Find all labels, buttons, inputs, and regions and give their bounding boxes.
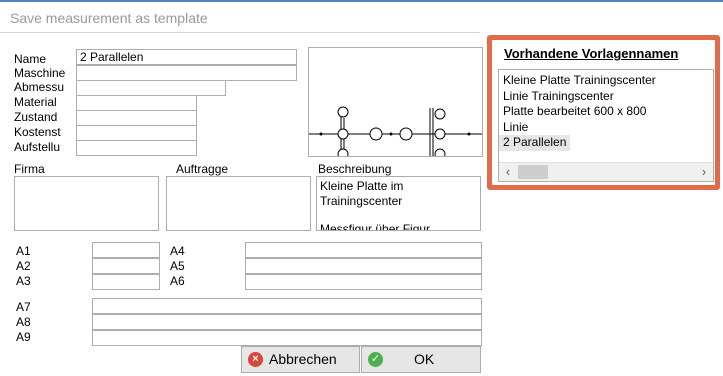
- auftragge-label: Auftragge: [176, 162, 229, 176]
- a5-field[interactable]: [245, 258, 482, 274]
- cancel-icon: ×: [248, 352, 263, 367]
- a9-field[interactable]: [92, 330, 482, 346]
- beschreibung-field[interactable]: Kleine Platte im Trainingscenter Messfig…: [316, 176, 481, 231]
- beschreibung-line-3: Messfigur über Figur...: [320, 222, 440, 231]
- abmessu-label: Abmessu: [14, 80, 65, 94]
- firma-field[interactable]: [14, 176, 159, 231]
- name-label: Name: [14, 52, 47, 66]
- list-item[interactable]: Kleine Platte Trainingscenter: [499, 73, 713, 89]
- a9-label: A9: [16, 330, 31, 344]
- list-item[interactable]: Platte bearbeitet 600 x 800: [499, 104, 713, 120]
- zustand-label: Zustand: [14, 110, 58, 124]
- a4-label: A4: [170, 244, 185, 258]
- a1-field[interactable]: [92, 242, 160, 258]
- parallel-lines-figure: [309, 106, 482, 156]
- a3-field[interactable]: [92, 274, 160, 290]
- material-label: Material: [14, 95, 57, 109]
- ok-button[interactable]: ✓ OK: [361, 346, 481, 373]
- ok-button-label: OK: [414, 351, 435, 367]
- beschreibung-line-1: Kleine Platte im: [320, 179, 404, 193]
- a4-field[interactable]: [245, 242, 482, 258]
- title-divider: [0, 32, 480, 33]
- window-top-border: [0, 0, 723, 2]
- a2-label: A2: [16, 259, 31, 273]
- list-item[interactable]: Linie Trainingscenter: [499, 89, 713, 105]
- list-item-selected[interactable]: 2 Parallelen: [499, 135, 571, 151]
- a6-label: A6: [170, 274, 185, 288]
- aufstellu-field[interactable]: [76, 140, 197, 156]
- beschreibung-line-2: Trainingscenter: [320, 194, 403, 208]
- firma-label: Firma: [14, 162, 45, 176]
- cancel-button-label: Abbrechen: [269, 351, 337, 367]
- scroll-left-icon[interactable]: ‹: [501, 164, 515, 180]
- template-names-panel: Vorhandene Vorlagennamen Kleine Platte T…: [487, 35, 720, 190]
- ok-icon: ✓: [368, 352, 383, 367]
- cancel-button[interactable]: × Abbrechen: [241, 346, 360, 373]
- a2-field[interactable]: [92, 258, 160, 274]
- template-names-title: Vorhandene Vorlagennamen: [504, 46, 679, 61]
- a8-field[interactable]: [92, 314, 482, 330]
- name-field[interactable]: 2 Parallelen: [76, 49, 297, 65]
- a1-label: A1: [16, 244, 31, 258]
- scroll-right-icon[interactable]: ›: [697, 164, 711, 180]
- list-item[interactable]: Linie: [499, 120, 713, 136]
- aufstellu-label: Aufstellu: [14, 140, 61, 154]
- a7-label: A7: [16, 300, 31, 314]
- horizontal-scrollbar[interactable]: ‹ ›: [499, 162, 713, 181]
- kostenst-label: Kostenst: [14, 125, 61, 139]
- figure-preview: [308, 47, 483, 157]
- a5-label: A5: [170, 259, 185, 273]
- abmessu-field[interactable]: [76, 80, 226, 96]
- maschine-label: Maschine: [14, 66, 66, 80]
- material-field[interactable]: [76, 95, 197, 111]
- zustand-field[interactable]: [76, 110, 197, 126]
- maschine-field[interactable]: [76, 65, 297, 81]
- dialog-title: Save measurement as template: [10, 10, 208, 26]
- a6-field[interactable]: [245, 274, 482, 290]
- a8-label: A8: [16, 315, 31, 329]
- template-names-list[interactable]: Kleine Platte Trainingscenter Linie Trai…: [498, 69, 714, 182]
- auftragge-field[interactable]: [166, 176, 311, 231]
- scrollbar-thumb[interactable]: [518, 165, 548, 179]
- kostenst-field[interactable]: [76, 125, 197, 141]
- beschreibung-label: Beschreibung: [318, 162, 392, 176]
- a7-field[interactable]: [92, 298, 482, 314]
- a3-label: A3: [16, 274, 31, 288]
